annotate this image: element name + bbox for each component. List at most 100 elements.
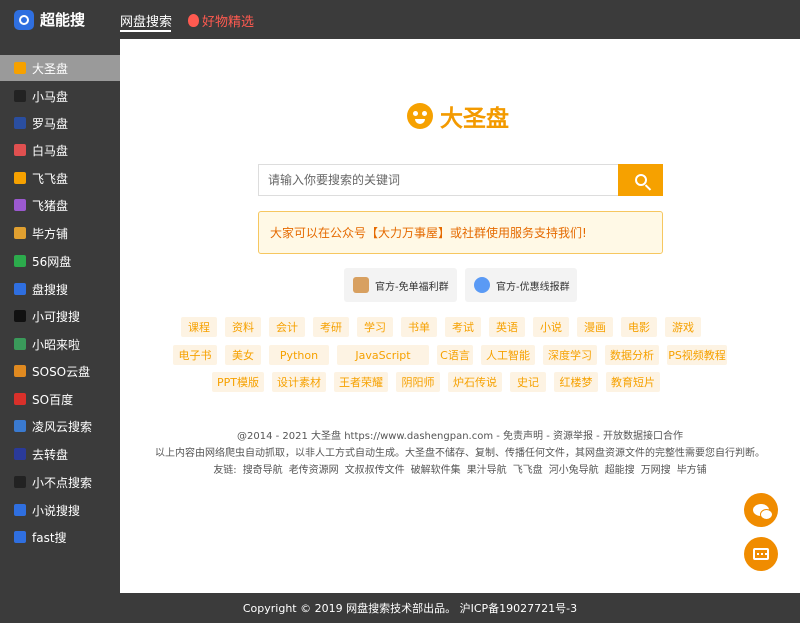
sidebar-item-label: 盘搜搜 [32,282,69,297]
search-q-icon [14,255,26,267]
white-horse-icon [14,144,26,156]
tag-link[interactable]: 红楼梦 [554,372,598,392]
friend-link[interactable]: 老传资源网 [289,461,339,476]
tag-link[interactable]: 资料 [225,317,261,337]
tag-link[interactable]: 英语 [489,317,525,337]
monkey-icon [407,103,433,129]
tag-link[interactable]: 王者荣耀 [334,372,388,392]
sidebar-item-label: 小马盘 [32,89,69,104]
sidebar-item-label: 小可搜搜 [32,309,81,324]
tag-link[interactable]: JavaScript [337,345,429,365]
sidebar-item-label: 罗马盘 [32,116,69,131]
sidebar-item[interactable]: SO百度 [0,386,120,412]
tag-link[interactable]: 会计 [269,317,305,337]
tag-link[interactable]: 课程 [181,317,217,337]
search-input[interactable] [258,164,618,196]
group-avatar-icon [353,277,369,293]
tag-link[interactable]: 漫画 [577,317,613,337]
sidebar-item-label: 去转盘 [32,447,69,462]
message-float-button[interactable] [744,537,778,571]
top-bar: 超能搜 网盘搜索 好物精选 [0,0,800,39]
friend-link[interactable]: 文叔叔传文件 [345,461,405,476]
friend-link[interactable]: 毕方铺 [677,461,707,476]
group-button-deals[interactable]: 官方-优惠线报群 [465,268,577,302]
wechat-float-button[interactable] [744,493,778,527]
friend-link[interactable]: 河小兔导航 [549,461,599,476]
sidebar-item[interactable]: 去转盘 [0,441,120,467]
sidebar-item-label: 小说搜搜 [32,503,81,518]
friend-link[interactable]: 万网搜 [641,461,671,476]
tag-link[interactable]: 小说 [533,317,569,337]
sidebar-item[interactable]: 罗马盘 [0,110,120,136]
sidebar-item[interactable]: 凌风云搜索 [0,413,120,439]
sidebar-item[interactable]: 小马盘 [0,83,120,109]
friend-link[interactable]: 果汁导航 [467,461,507,476]
tag-link[interactable]: 人工智能 [481,345,535,365]
friend-link[interactable]: 搜奇导航 [243,461,283,476]
tag-link[interactable]: 游戏 [665,317,701,337]
tag-link[interactable]: 设计素材 [272,372,326,392]
so-icon [14,393,26,405]
wechat-icon [753,504,773,520]
footer-copyright: Copyright © 2019 网盘搜索技术部出品。 沪ICP备1902772… [242,602,578,615]
tag-link[interactable]: 深度学习 [543,345,597,365]
wind-icon [14,420,26,432]
sidebar-item[interactable]: 毕方铺 [0,220,120,246]
friend-link[interactable]: 超能搜 [605,461,635,476]
tag-link[interactable]: 炉石传说 [448,372,502,392]
tag-link[interactable]: 学习 [357,317,393,337]
app-logo[interactable]: 超能搜 [14,9,85,30]
sidebar-item-label: SOSO云盘 [32,364,91,379]
tag-link[interactable]: 史记 [510,372,546,392]
sidebar-item-label: 大圣盘 [32,61,69,76]
tag-link[interactable]: 教育短片 [606,372,660,392]
group-avatar-icon [474,277,490,293]
disk-icon [14,283,26,295]
sidebar-item[interactable]: 大圣盘 [0,55,120,81]
sidebar-item[interactable]: 盘搜搜 [0,276,120,302]
footer-bar: Copyright © 2019 网盘搜索技术部出品。 沪ICP备1902772… [0,593,800,623]
friend-link[interactable]: 飞飞盘 [513,461,543,476]
tab-good-picks-label: 好物精选 [202,15,255,30]
tag-link[interactable]: 数据分析 [605,345,659,365]
tag-link[interactable]: C语言 [437,345,473,365]
group-label: 官方-优惠线报群 [496,281,570,293]
tag-link[interactable]: Python [269,345,329,365]
paper-plane-icon [14,172,26,184]
tab-good-picks[interactable]: 好物精选 [188,11,254,30]
tag-link[interactable]: 电影 [621,317,657,337]
sidebar-item[interactable]: 飞猪盘 [0,192,120,218]
sidebar-item-label: 白马盘 [32,143,69,158]
tag-link[interactable]: PPT模版 [212,372,264,392]
pig-icon [14,199,26,211]
tag-link[interactable]: 阴阳师 [396,372,440,392]
group-label: 官方-免单福利群 [375,281,449,293]
sidebar-item-label: 小不点搜索 [32,475,93,490]
sidebar-item[interactable]: 56网盘 [0,248,120,274]
sidebar-item[interactable]: 飞飞盘 [0,165,120,191]
tag-link[interactable]: 美女 [225,345,261,365]
message-icon [753,548,769,560]
dot-icon [14,476,26,488]
sidebar-item[interactable]: 小昭来啦 [0,331,120,357]
group-button-free[interactable]: 官方-免单福利群 [344,268,457,302]
sidebar-item[interactable]: 小说搜搜 [0,497,120,523]
friend-link[interactable]: 破解软件集 [411,461,461,476]
tab-pan-search[interactable]: 网盘搜索 [120,11,172,30]
tag-link[interactable]: PS视频教程 [667,345,727,365]
xiaoke-icon [14,310,26,322]
notice-banner: 大家可以在公众号【大力万事屋】或社群使用服务支持我们! [258,211,663,254]
sidebar: 大圣盘小马盘罗马盘白马盘飞飞盘 飞猪盘 毕方铺 56网盘盘搜搜小可搜搜小昭来啦 SOSO… [0,39,120,593]
sidebar-item[interactable]: fast搜 [0,524,120,550]
sidebar-item[interactable]: 小不点搜索 [0,469,120,495]
tag-link[interactable]: 考试 [445,317,481,337]
sidebar-item[interactable]: 白马盘 [0,137,120,163]
sidebar-item[interactable]: SOSO云盘 [0,358,120,384]
horse-icon [14,90,26,102]
tag-link[interactable]: 考研 [313,317,349,337]
brand-logo: 大圣盘 [407,99,509,133]
sidebar-item[interactable]: 小可搜搜 [0,303,120,329]
search-button[interactable] [618,164,663,196]
tag-link[interactable]: 电子书 [173,345,217,365]
tag-link[interactable]: 书单 [401,317,437,337]
